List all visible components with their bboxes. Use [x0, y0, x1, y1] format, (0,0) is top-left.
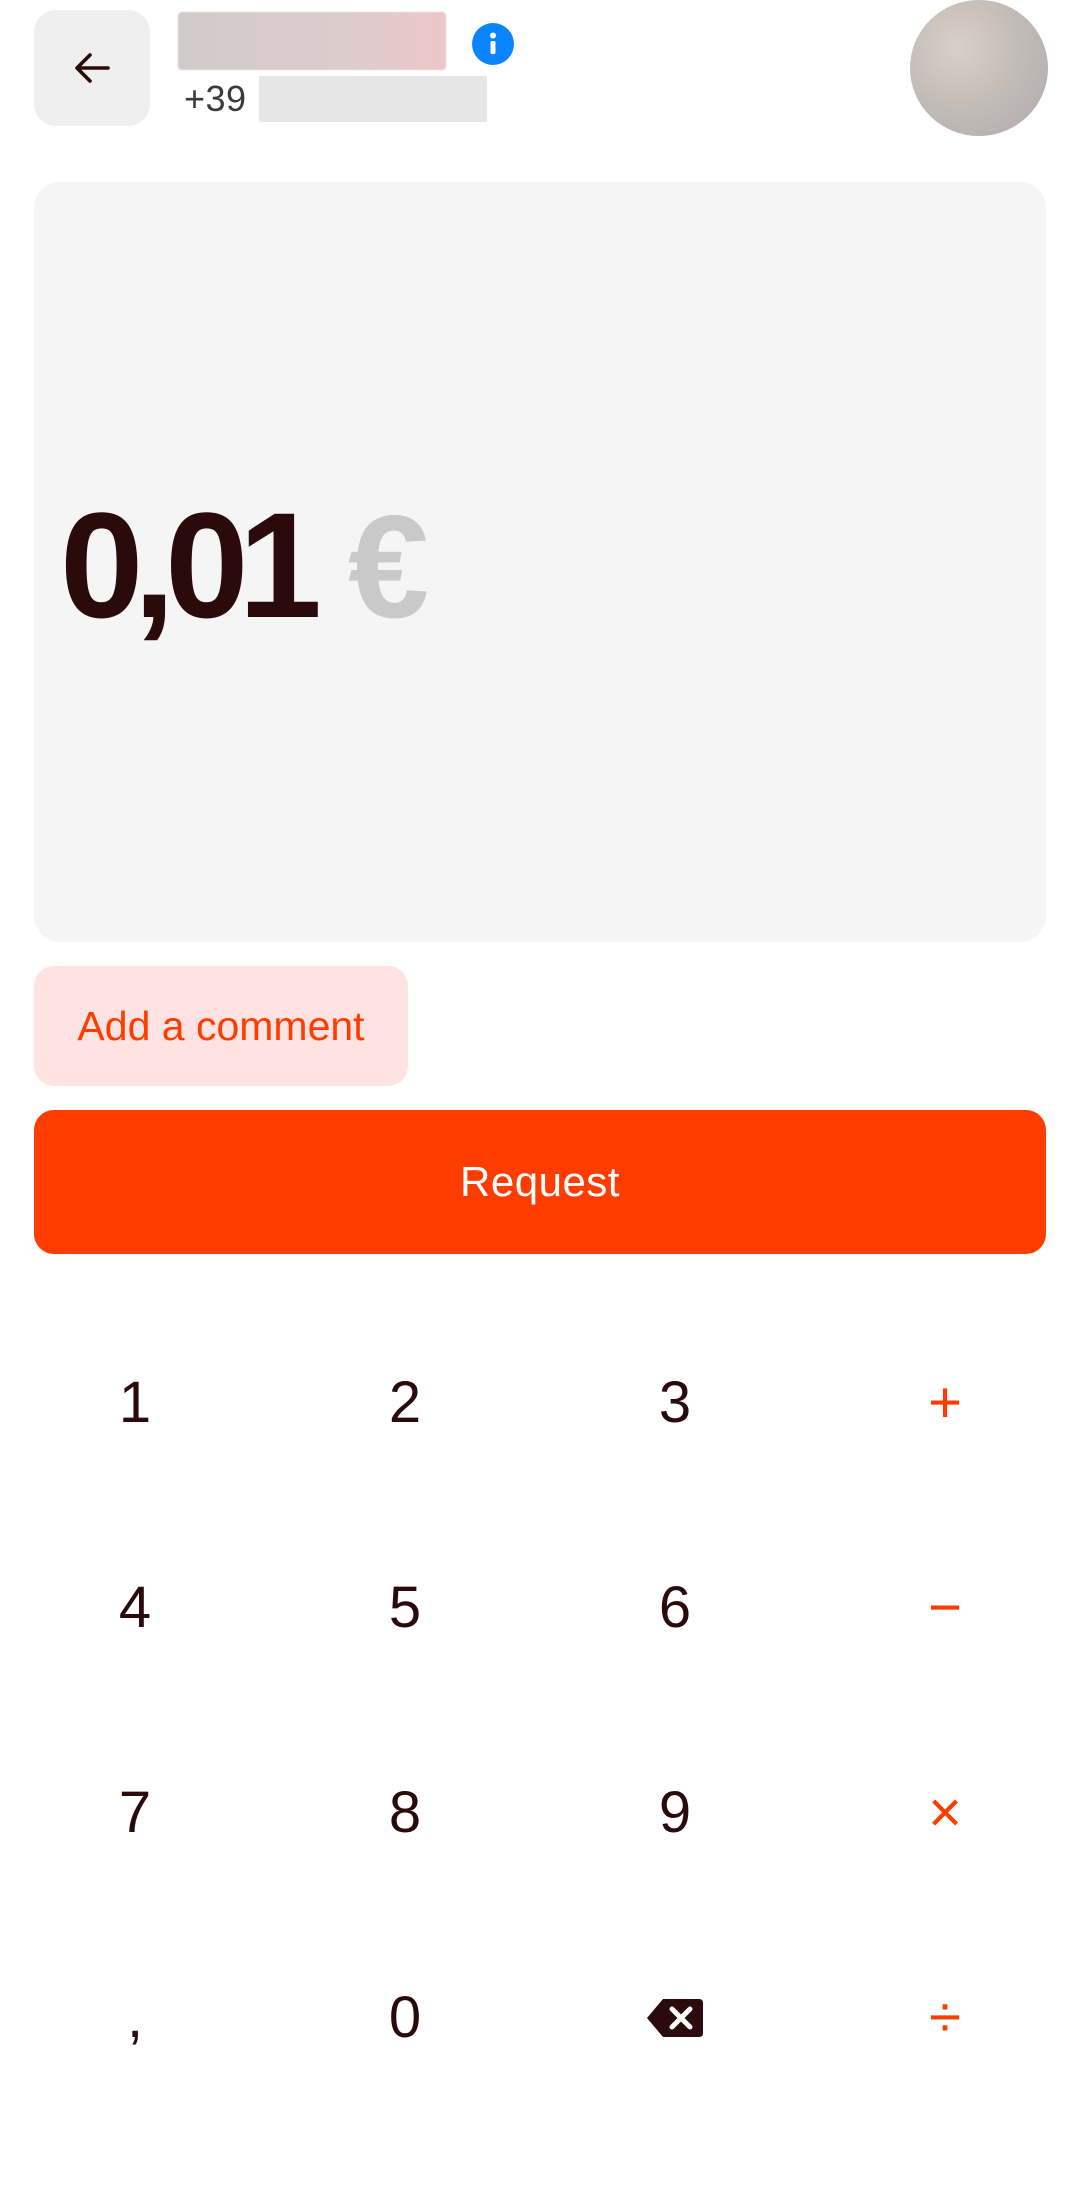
key-0[interactable]: 0: [270, 1915, 540, 2120]
key-1[interactable]: 1: [0, 1300, 270, 1505]
key-decimal-comma[interactable]: ,: [0, 1915, 270, 2120]
numeric-keypad: 1 2 3 + 4 5 6 − 7 8 9 × , 0 ÷: [0, 1300, 1080, 2120]
key-plus[interactable]: +: [810, 1300, 1080, 1505]
key-multiply[interactable]: ×: [810, 1710, 1080, 1915]
add-comment-button[interactable]: Add a comment: [34, 966, 408, 1086]
avatar[interactable]: [910, 0, 1048, 136]
request-button[interactable]: Request: [34, 1110, 1046, 1254]
amount-display: 0,01 €: [34, 182, 1046, 942]
request-label: Request: [460, 1158, 620, 1205]
key-minus[interactable]: −: [810, 1505, 1080, 1710]
key-2[interactable]: 2: [270, 1300, 540, 1505]
key-4[interactable]: 4: [0, 1505, 270, 1710]
key-6[interactable]: 6: [540, 1505, 810, 1710]
contact-name-redacted: [178, 12, 446, 70]
key-3[interactable]: 3: [540, 1300, 810, 1505]
phone-number-redacted: [258, 76, 487, 122]
arrow-left-icon: [75, 53, 110, 83]
phone-number: +39: [184, 76, 487, 122]
amount-row: 0,01 €: [60, 490, 429, 640]
info-icon[interactable]: [472, 23, 514, 65]
add-comment-label: Add a comment: [77, 1002, 365, 1049]
key-divide[interactable]: ÷: [810, 1915, 1080, 2120]
backspace-icon: [647, 1998, 703, 2037]
key-7[interactable]: 7: [0, 1710, 270, 1915]
key-5[interactable]: 5: [270, 1505, 540, 1710]
amount-value: 0,01: [60, 481, 322, 649]
currency-symbol: €: [347, 485, 430, 648]
phone-prefix: +39: [184, 78, 247, 119]
header: +39: [0, 0, 1080, 150]
back-button[interactable]: [34, 10, 150, 126]
key-8[interactable]: 8: [270, 1710, 540, 1915]
backspace-button[interactable]: [540, 1915, 810, 2120]
key-9[interactable]: 9: [540, 1710, 810, 1915]
